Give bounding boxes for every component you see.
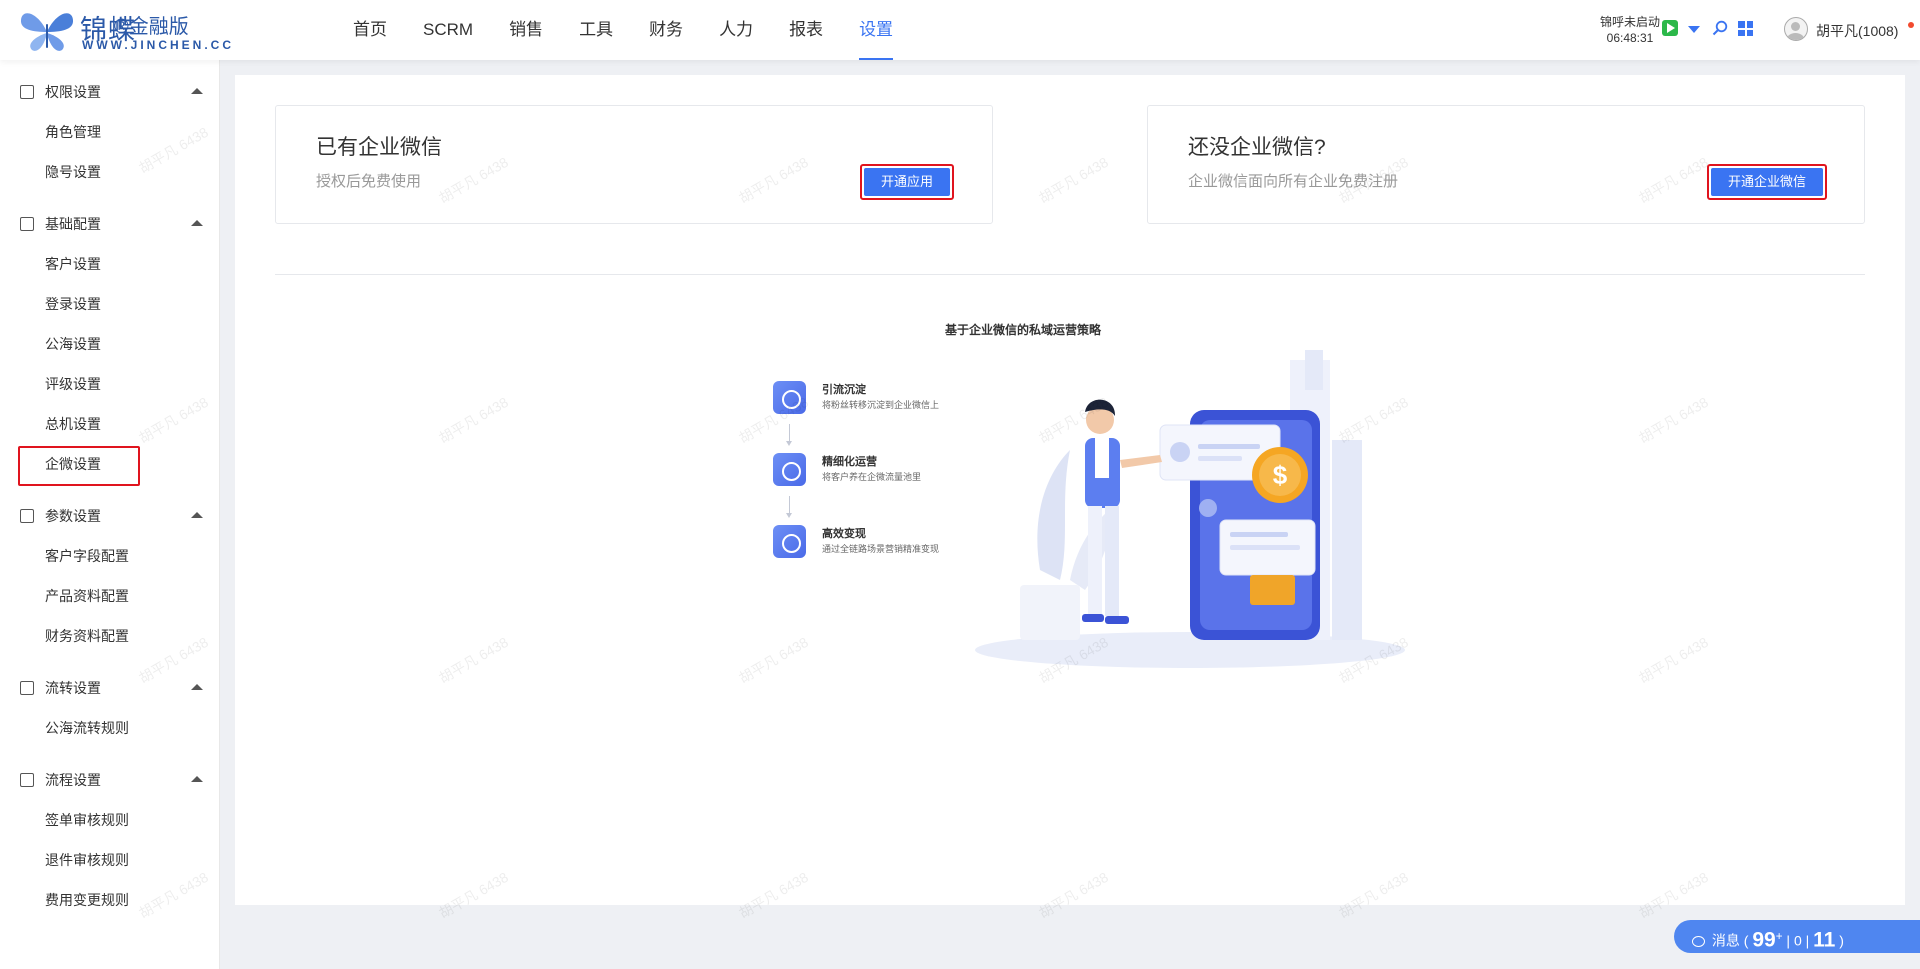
play-icon[interactable] bbox=[1662, 20, 1678, 36]
notification-dot bbox=[1908, 22, 1914, 28]
logo[interactable]: 锦蝶 ®金融版 WWW.JINCHEN.CC bbox=[18, 6, 258, 54]
svg-text:$: $ bbox=[1273, 460, 1288, 490]
brand-edition: ®金融版 bbox=[114, 16, 189, 38]
sidebar-item-customer-fields[interactable]: 客户字段配置 bbox=[0, 536, 219, 576]
sidebar-item-sign-review[interactable]: 签单审核规则 bbox=[0, 800, 219, 840]
nav-hr[interactable]: 人力 bbox=[701, 0, 771, 60]
main-content: 已有企业微信 授权后免费使用 开通应用 还没企业微信? 企业微信面向所有企业免费… bbox=[235, 75, 1905, 905]
collapse-up-icon[interactable] bbox=[191, 88, 203, 94]
call-status-label: 锦呼未启动 bbox=[1599, 15, 1660, 29]
message-center-button[interactable]: 消息 ( 99+ | 0 | 11 ) bbox=[1674, 920, 1920, 953]
call-timer: 06:48:31 bbox=[1606, 31, 1654, 45]
divider bbox=[275, 274, 1865, 275]
flow-icon bbox=[20, 773, 34, 787]
sidebar-item-login[interactable]: 登录设置 bbox=[0, 284, 219, 324]
settings-sidebar: 权限设置 角色管理 隐号设置 基础配置 客户设置 登录设置 公海设置 评级设置 … bbox=[0, 60, 220, 969]
nav-finance[interactable]: 财务 bbox=[631, 0, 701, 60]
arrow-down-icon bbox=[786, 424, 792, 446]
group-label: 参数设置 bbox=[45, 508, 101, 524]
group-permission[interactable]: 权限设置 bbox=[0, 72, 219, 112]
user-name[interactable]: 胡平凡(1008) bbox=[1816, 21, 1898, 41]
card-title: 已有企业微信 bbox=[316, 136, 442, 159]
operation-icon bbox=[773, 453, 806, 486]
nav-settings[interactable]: 设置 bbox=[841, 0, 911, 60]
params-icon bbox=[20, 509, 34, 523]
money-hand-icon bbox=[773, 525, 806, 558]
step-desc: 将客户养在企微流量池里 bbox=[822, 472, 922, 482]
sidebar-item-finance-data[interactable]: 财务资料配置 bbox=[0, 616, 219, 656]
nav-reports[interactable]: 报表 bbox=[771, 0, 841, 60]
group-label: 流转设置 bbox=[45, 680, 101, 696]
collapse-up-icon[interactable] bbox=[191, 512, 203, 518]
sidebar-item-rating[interactable]: 评级设置 bbox=[0, 364, 219, 404]
apps-grid-icon[interactable] bbox=[1738, 21, 1753, 36]
sidebar-item-roles[interactable]: 角色管理 bbox=[0, 112, 219, 152]
step-name: 引流沉淀 bbox=[822, 384, 866, 396]
collapse-up-icon[interactable] bbox=[191, 684, 203, 690]
message-label: 消息 bbox=[1711, 932, 1740, 949]
sidebar-item-pool-transfer-rules[interactable]: 公海流转规则 bbox=[0, 708, 219, 748]
step-name: 高效变现 bbox=[822, 528, 866, 540]
collapse-up-icon[interactable] bbox=[191, 220, 203, 226]
message-count-plus: + bbox=[1775, 930, 1783, 943]
call-status: 锦呼未启动 06:48:31 bbox=[1598, 14, 1662, 46]
card-no-wecom: 还没企业微信? 企业微信面向所有企业免费注册 开通企业微信 bbox=[1147, 105, 1865, 224]
nav-home[interactable]: 首页 bbox=[335, 0, 405, 60]
strategy-title: 基于企业微信的私域运营策略 bbox=[945, 323, 1102, 337]
card-subtitle: 企业微信面向所有企业免费注册 bbox=[1188, 173, 1399, 190]
transfer-icon bbox=[20, 681, 34, 695]
group-transfer[interactable]: 流转设置 bbox=[0, 668, 219, 708]
sidebar-item-fee-change[interactable]: 费用变更规则 bbox=[0, 880, 219, 920]
message-second-count: 0 bbox=[1793, 932, 1802, 949]
permission-icon bbox=[20, 85, 34, 99]
card-has-wecom: 已有企业微信 授权后免费使用 开通应用 bbox=[275, 105, 993, 224]
sidebar-item-public-pool[interactable]: 公海设置 bbox=[0, 324, 219, 364]
sidebar-item-customer[interactable]: 客户设置 bbox=[0, 244, 219, 284]
group-label: 流程设置 bbox=[45, 772, 101, 788]
main-nav: 首页 SCRM 销售 工具 财务 人力 报表 设置 bbox=[335, 0, 911, 60]
step-name: 精细化运营 bbox=[822, 456, 877, 468]
open-wecom-button[interactable]: 开通企业微信 bbox=[1710, 168, 1823, 196]
highlight-frame: 开通应用 bbox=[859, 164, 954, 200]
sidebar-item-product-data[interactable]: 产品资料配置 bbox=[0, 576, 219, 616]
nav-scrm[interactable]: SCRM bbox=[405, 0, 491, 60]
arrow-down-icon bbox=[786, 496, 792, 518]
brand-url: WWW.JINCHEN.CC bbox=[82, 38, 234, 52]
message-third-count: 11 bbox=[1813, 928, 1836, 952]
group-params[interactable]: 参数设置 bbox=[0, 496, 219, 536]
card-subtitle: 授权后免费使用 bbox=[316, 173, 422, 190]
activate-app-button[interactable]: 开通应用 bbox=[863, 168, 950, 196]
nav-tools[interactable]: 工具 bbox=[561, 0, 631, 60]
butterfly-logo-icon bbox=[20, 13, 74, 51]
group-label: 基础配置 bbox=[45, 216, 101, 232]
sidebar-item-return-review[interactable]: 退件审核规则 bbox=[0, 840, 219, 880]
chat-icon bbox=[1692, 935, 1705, 947]
group-flow[interactable]: 流程设置 bbox=[0, 760, 219, 800]
collapse-up-icon[interactable] bbox=[191, 776, 203, 782]
sidebar-item-hidden-number[interactable]: 隐号设置 bbox=[0, 152, 219, 192]
group-basic-config[interactable]: 基础配置 bbox=[0, 204, 219, 244]
cloud-icon bbox=[773, 381, 806, 414]
wecom-strategy-illustration: $ bbox=[975, 350, 1405, 668]
sidebar-item-wecom[interactable]: 企微设置 bbox=[0, 444, 219, 486]
step-desc: 将粉丝转移沉淀到企业微信上 bbox=[822, 400, 940, 410]
avatar[interactable] bbox=[1784, 17, 1808, 41]
nav-sales[interactable]: 销售 bbox=[491, 0, 561, 60]
group-label: 权限设置 bbox=[45, 84, 101, 100]
search-icon[interactable] bbox=[1712, 20, 1728, 36]
caret-down-icon[interactable] bbox=[1688, 26, 1700, 33]
highlight-frame: 开通企业微信 bbox=[1706, 164, 1827, 200]
card-title: 还没企业微信? bbox=[1188, 136, 1326, 159]
top-header: 锦蝶 ®金融版 WWW.JINCHEN.CC 首页 SCRM 销售 工具 财务 … bbox=[0, 0, 1920, 60]
step-desc: 通过全链路场景营销精准变现 bbox=[822, 544, 940, 554]
message-count: 99 bbox=[1752, 928, 1776, 952]
layout-icon bbox=[20, 217, 34, 231]
sidebar-item-switchboard[interactable]: 总机设置 bbox=[0, 404, 219, 444]
